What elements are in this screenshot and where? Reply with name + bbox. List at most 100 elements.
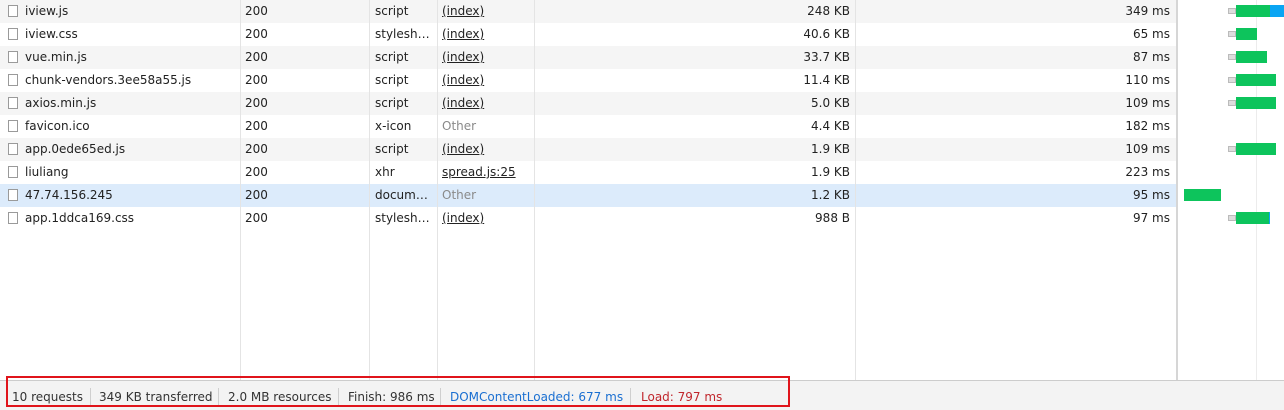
request-row[interactable]: liuliang 200 xhr spread.js:25 1.9 KB 223 ms	[0, 161, 1176, 184]
request-row[interactable]: 47.74.156.245 200 docume… Other 1.2 KB 95 ms	[0, 184, 1176, 207]
column-divider	[534, 0, 535, 380]
request-initiator[interactable]: (index)	[442, 138, 532, 161]
waterfall-waiting-bar	[1236, 28, 1257, 40]
request-initiator[interactable]: spread.js:25	[442, 161, 532, 184]
request-name[interactable]: iview.js	[25, 0, 235, 23]
request-size: 1.9 KB	[811, 165, 850, 179]
file-icon	[8, 143, 18, 155]
request-status: 200	[245, 73, 268, 87]
request-time: 97 ms	[1132, 211, 1170, 225]
request-time: 87 ms	[1132, 50, 1170, 64]
request-status: 200	[245, 27, 268, 41]
waterfall-queue-bar	[1228, 31, 1236, 37]
request-row[interactable]: iview.js 200 script (index) 248 KB 349 ms	[0, 0, 1176, 23]
request-row[interactable]: iview.css 200 stylesheet (index) 40.6 KB 65 m…	[0, 23, 1176, 46]
waterfall-waiting-bar	[1236, 97, 1276, 109]
request-row[interactable]: app.0ede65ed.js 200 script (index) 1.9 KB 109…	[0, 138, 1176, 161]
request-type: stylesheet	[375, 27, 435, 41]
request-name[interactable]: vue.min.js	[25, 46, 235, 69]
waterfall-queue-bar	[1228, 146, 1236, 152]
request-type: script	[375, 142, 409, 156]
request-initiator[interactable]: (index)	[442, 46, 532, 69]
request-type: x-icon	[375, 119, 412, 133]
request-size: 40.6 KB	[803, 27, 850, 41]
file-icon	[8, 120, 18, 132]
request-initiator[interactable]: (index)	[442, 92, 532, 115]
request-size: 988 B	[815, 211, 850, 225]
request-size: 4.4 KB	[811, 119, 850, 133]
request-size: 5.0 KB	[811, 96, 850, 110]
request-time: 65 ms	[1132, 27, 1170, 41]
request-time: 109 ms	[1125, 142, 1170, 156]
waterfall-waiting-bar	[1184, 189, 1221, 201]
request-type: xhr	[375, 165, 395, 179]
waterfall-queue-bar	[1228, 54, 1236, 60]
request-time: 95 ms	[1132, 188, 1170, 202]
waterfall-waiting-bar	[1236, 51, 1267, 63]
request-row[interactable]: axios.min.js 200 script (index) 5.0 KB 109 ms	[0, 92, 1176, 115]
waterfall-waiting-bar	[1236, 74, 1276, 86]
request-type: docume…	[375, 188, 435, 202]
column-divider	[240, 0, 241, 380]
waterfall-waiting-bar	[1236, 5, 1270, 17]
request-initiator: Other	[442, 188, 477, 202]
waterfall-queue-bar	[1228, 77, 1236, 83]
request-status: 200	[245, 165, 268, 179]
request-type: script	[375, 50, 409, 64]
column-divider	[369, 0, 370, 380]
request-status: 200	[245, 4, 268, 18]
file-icon	[8, 166, 18, 178]
request-time: 349 ms	[1125, 4, 1170, 18]
network-request-table: iview.js 200 script (index) 248 KB 349 ms ivie…	[0, 0, 1284, 380]
request-initiator: Other	[442, 119, 477, 133]
file-icon	[8, 28, 18, 40]
request-status: 200	[245, 188, 268, 202]
column-divider	[437, 0, 438, 380]
request-name[interactable]: axios.min.js	[25, 92, 235, 115]
request-status: 200	[245, 96, 268, 110]
request-type: script	[375, 73, 409, 87]
request-status: 200	[245, 50, 268, 64]
file-icon	[8, 51, 18, 63]
request-size: 1.2 KB	[811, 188, 850, 202]
request-initiator[interactable]: (index)	[442, 23, 532, 46]
request-type: script	[375, 4, 409, 18]
file-icon	[8, 97, 18, 109]
request-time: 110 ms	[1125, 73, 1170, 87]
file-icon	[8, 74, 18, 86]
waterfall-download-bar	[1270, 5, 1284, 17]
request-time: 109 ms	[1125, 96, 1170, 110]
request-status: 200	[245, 119, 268, 133]
request-time: 223 ms	[1125, 165, 1170, 179]
waterfall-waiting-bar	[1236, 212, 1269, 224]
request-name[interactable]: app.1ddca169.css	[25, 207, 235, 230]
request-size: 11.4 KB	[803, 73, 850, 87]
request-size: 33.7 KB	[803, 50, 850, 64]
column-divider	[855, 0, 856, 380]
highlight-box	[6, 376, 790, 407]
waterfall-waiting-bar	[1236, 143, 1276, 155]
request-name[interactable]: 47.74.156.245	[25, 184, 235, 207]
request-status: 200	[245, 142, 268, 156]
request-time: 182 ms	[1125, 119, 1170, 133]
request-name[interactable]: app.0ede65ed.js	[25, 138, 235, 161]
request-initiator[interactable]: (index)	[442, 0, 532, 23]
request-name[interactable]: chunk-vendors.3ee58a55.js	[25, 69, 235, 92]
request-status: 200	[245, 211, 268, 225]
request-row[interactable]: vue.min.js 200 script (index) 33.7 KB 87 ms	[0, 46, 1176, 69]
request-size: 1.9 KB	[811, 142, 850, 156]
request-row[interactable]: favicon.ico 200 x-icon Other 4.4 KB 182 ms	[0, 115, 1176, 138]
request-row[interactable]: chunk-vendors.3ee58a55.js 200 script (index…	[0, 69, 1176, 92]
request-initiator[interactable]: (index)	[442, 69, 532, 92]
request-type: stylesheet	[375, 211, 435, 225]
request-name[interactable]: liuliang	[25, 161, 235, 184]
request-type: script	[375, 96, 409, 110]
file-icon	[8, 212, 18, 224]
request-initiator[interactable]: (index)	[442, 207, 532, 230]
request-name[interactable]: favicon.ico	[25, 115, 235, 138]
file-icon	[8, 189, 18, 201]
waterfall-queue-bar	[1228, 8, 1236, 14]
waterfall-divider	[1176, 0, 1178, 380]
request-name[interactable]: iview.css	[25, 23, 235, 46]
request-row[interactable]: app.1ddca169.css 200 stylesheet (index) 988 …	[0, 207, 1176, 230]
